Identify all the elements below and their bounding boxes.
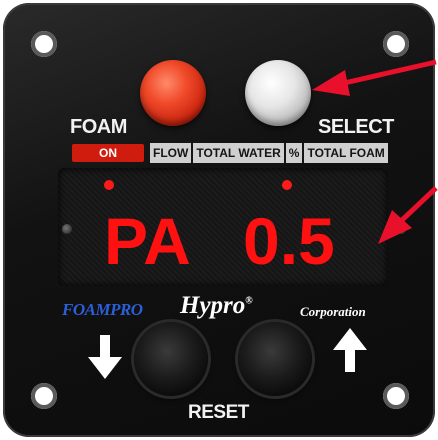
mounting-hole xyxy=(31,31,57,57)
mode-percent: % xyxy=(285,143,305,163)
hypro-logo-text: Hypro xyxy=(180,292,246,319)
screw xyxy=(62,224,72,234)
mode-flow: FLOW xyxy=(150,143,194,163)
down-arrow-icon xyxy=(88,335,122,379)
mode-labels: FLOW TOTAL WATER % TOTAL FOAM xyxy=(150,143,388,163)
foam-label: FOAM xyxy=(70,116,127,138)
foam-on-button[interactable] xyxy=(140,60,206,126)
up-arrow-icon xyxy=(333,328,367,372)
registered-mark: ® xyxy=(245,295,253,307)
mode-total-water: TOTAL WATER xyxy=(193,143,286,163)
display-mode-readout: PA xyxy=(104,204,191,278)
display-value-readout: 0.5 xyxy=(243,204,335,278)
select-button[interactable] xyxy=(245,60,311,126)
down-button[interactable] xyxy=(134,322,208,396)
hypro-corporation-text: Corporation xyxy=(300,304,366,319)
screw xyxy=(396,224,406,234)
up-button[interactable] xyxy=(238,322,312,396)
mounting-hole xyxy=(383,383,409,409)
indicator-dot xyxy=(282,180,292,190)
mode-total-foam: TOTAL FOAM xyxy=(304,143,388,163)
on-indicator: ON xyxy=(72,144,144,162)
indicator-dot xyxy=(104,180,114,190)
reset-label: RESET xyxy=(188,402,249,423)
hypro-logo: Hypro® xyxy=(180,292,253,320)
mounting-hole xyxy=(383,31,409,57)
foampro-logo: FOAMPRO xyxy=(62,300,143,319)
select-label: SELECT xyxy=(318,116,394,138)
mounting-hole xyxy=(31,383,57,409)
